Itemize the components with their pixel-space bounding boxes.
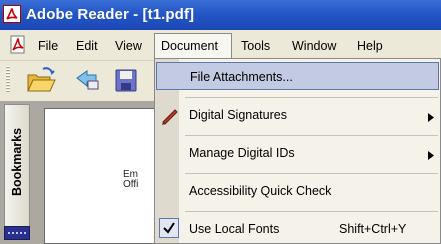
menu-document[interactable]: Document xyxy=(161,38,218,54)
menu-separator xyxy=(185,211,438,212)
document-control-icon[interactable] xyxy=(8,35,28,58)
menu-file[interactable]: File xyxy=(38,38,58,54)
open-folder-icon[interactable] xyxy=(26,66,56,97)
save-disk-icon[interactable] xyxy=(112,66,140,97)
submenu-arrow-icon xyxy=(428,149,434,163)
menu-item-label: Accessibility Quick Check xyxy=(189,184,332,198)
menu-item-use-local-fonts[interactable]: Use Local Fonts Shift+Ctrl+Y xyxy=(156,215,439,243)
menu-separator xyxy=(185,97,438,98)
bookmarks-tab-label: Bookmarks xyxy=(10,127,24,197)
bookmarks-tab[interactable]: Bookmarks xyxy=(4,104,30,240)
menu-help[interactable]: Help xyxy=(357,38,383,54)
page-text-fragment: Offi xyxy=(123,179,139,190)
menu-separator xyxy=(185,135,438,136)
menu-item-label: File Attachments... xyxy=(190,70,293,84)
navigation-tab-selector[interactable] xyxy=(4,226,30,240)
menu-item-manage-digital-ids[interactable]: Manage Digital IDs xyxy=(156,139,439,167)
share-icon[interactable] xyxy=(74,66,102,97)
menu-view[interactable]: View xyxy=(115,38,142,54)
menu-item-label: Digital Signatures xyxy=(189,108,287,122)
adobe-reader-icon[interactable] xyxy=(3,5,21,23)
checkmark-icon xyxy=(159,218,179,238)
menu-separator xyxy=(185,173,438,174)
toolbar-grip[interactable] xyxy=(6,66,10,92)
pdf-page: Em Offi xyxy=(44,108,164,244)
menu-item-digital-signatures[interactable]: Digital Signatures xyxy=(156,101,439,129)
menu-tools[interactable]: Tools xyxy=(241,38,270,54)
title-bar: Adobe Reader - [t1.pdf] xyxy=(0,0,441,30)
menu-item-shortcut: Shift+Ctrl+Y xyxy=(339,222,407,236)
menu-item-file-attachments[interactable]: File Attachments... xyxy=(156,62,439,90)
signature-pen-icon xyxy=(160,107,180,128)
menu-item-accessibility-quick-check[interactable]: Accessibility Quick Check xyxy=(156,177,439,205)
submenu-arrow-icon xyxy=(428,111,434,125)
menu-item-label: Manage Digital IDs xyxy=(189,146,295,160)
document-menu-dropdown: File Attachments... Digital Signatures M… xyxy=(154,58,441,244)
menu-item-label: Use Local Fonts xyxy=(189,222,280,236)
menu-edit[interactable]: Edit xyxy=(76,38,98,54)
menu-window[interactable]: Window xyxy=(292,38,336,54)
window-title: Adobe Reader - [t1.pdf] xyxy=(26,6,195,23)
